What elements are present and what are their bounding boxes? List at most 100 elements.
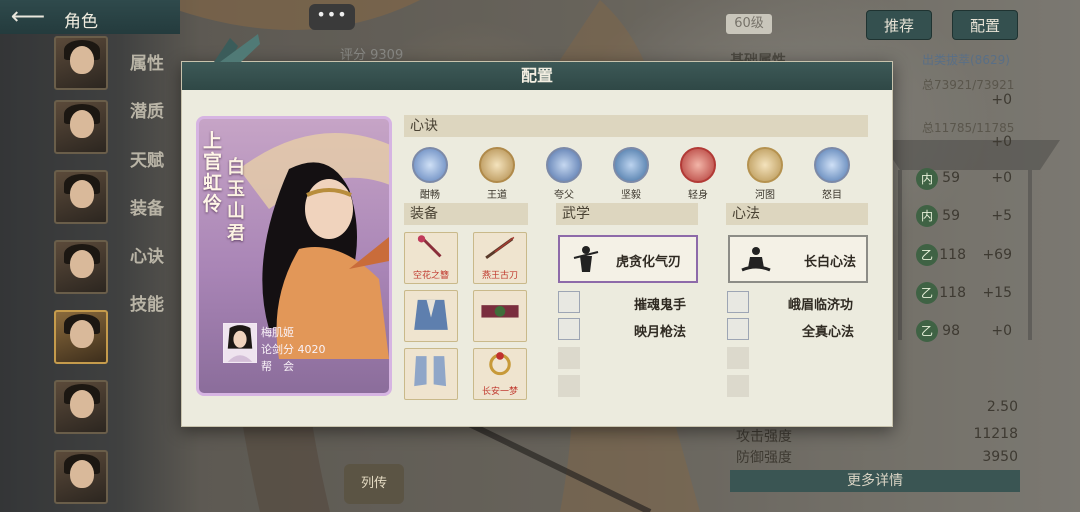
more-details-button[interactable]: 更多详情 bbox=[730, 470, 1020, 492]
config-button[interactable]: 配置 bbox=[952, 10, 1018, 40]
xinjue-icon-3 bbox=[546, 147, 582, 183]
wuxue-sub-name-2[interactable]: 映月枪法 bbox=[634, 321, 686, 340]
xinjue-skill-5[interactable]: 轻身 bbox=[678, 147, 718, 201]
stat-delta-5: +0 bbox=[991, 323, 1012, 339]
hp-total: 总73921/73921 bbox=[922, 78, 1015, 92]
stat-value-1: 59 bbox=[942, 170, 960, 186]
back-arrow-icon[interactable]: ⟵ bbox=[10, 4, 46, 29]
equip-slot-2[interactable]: 燕王古刀 bbox=[473, 232, 527, 284]
stat-badge-3: 乙 bbox=[916, 244, 938, 266]
menu-item-xinjue[interactable]: 心诀 bbox=[130, 242, 164, 267]
xinjue-label-3: 夸父 bbox=[554, 190, 574, 201]
character-portrait-1[interactable] bbox=[54, 36, 108, 90]
xinjue-label-2: 王道 bbox=[487, 190, 507, 201]
xinjue-icon-1 bbox=[412, 147, 448, 183]
page-title: 角色 bbox=[64, 12, 98, 32]
swordsman-icon bbox=[573, 246, 599, 272]
arena-score-label: 论剑分 bbox=[261, 343, 294, 356]
ring-icon bbox=[489, 352, 511, 376]
wuxue-main-slot[interactable]: 虎贪化气刃 bbox=[558, 235, 698, 283]
xinjue-skill-7[interactable]: 怒目 bbox=[812, 147, 852, 201]
xinjue-icon-5 bbox=[680, 147, 716, 183]
xinjue-section-bar: 心诀 bbox=[404, 115, 868, 137]
recommend-button[interactable]: 推荐 bbox=[866, 10, 932, 40]
attack-value: 11218 bbox=[973, 426, 1018, 442]
xinjue-icon-4 bbox=[613, 147, 649, 183]
xinjue-label-4: 坚毅 bbox=[621, 190, 641, 201]
arena-score-value: 4020 bbox=[297, 343, 326, 356]
stat-value-5: 98 bbox=[942, 323, 960, 339]
belt-icon bbox=[481, 305, 519, 318]
top-title-bar: ⟵ 角色 bbox=[0, 0, 180, 34]
xinjue-label-6: 河图 bbox=[755, 190, 775, 201]
equip-name-2: 燕王古刀 bbox=[481, 271, 518, 281]
xinfa-sub-icon-1[interactable] bbox=[727, 291, 749, 313]
stat-delta-1: +0 bbox=[991, 170, 1012, 186]
equip-slot-6[interactable]: 长安一梦 bbox=[473, 348, 527, 400]
xinjue-icon-6 bbox=[747, 147, 783, 183]
menu-item-talent[interactable]: 天赋 bbox=[130, 146, 164, 171]
xinjue-skill-1[interactable]: 酣畅 bbox=[410, 147, 450, 201]
boots-icon bbox=[414, 356, 447, 387]
attack-label: 攻击强度 bbox=[736, 429, 792, 445]
stat-delta-3: +69 bbox=[982, 247, 1012, 263]
biography-button[interactable]: 列传 bbox=[344, 464, 404, 504]
xinjue-skill-2[interactable]: 王道 bbox=[477, 147, 517, 201]
attr-value-1: 2.50 bbox=[986, 399, 1018, 415]
xinjue-label-7: 怒目 bbox=[822, 190, 842, 201]
xinjue-skill-3[interactable]: 夸父 bbox=[544, 147, 584, 201]
xinfa-empty-slot-1[interactable] bbox=[727, 347, 749, 369]
robe-icon bbox=[414, 299, 448, 330]
xinfa-empty-slot-2[interactable] bbox=[727, 375, 749, 397]
character-portrait-2[interactable] bbox=[54, 100, 108, 154]
character-portrait-6[interactable] bbox=[54, 380, 108, 434]
equip-slot-4[interactable] bbox=[473, 290, 527, 342]
stat-delta-2: +5 bbox=[991, 208, 1012, 224]
meditation-icon bbox=[741, 247, 771, 272]
stat-delta-4: +15 bbox=[982, 285, 1012, 301]
player-name: 梅肌姬 bbox=[261, 326, 294, 339]
wuxue-empty-slot-2[interactable] bbox=[558, 375, 580, 397]
rank-link[interactable]: 出类拔萃(8629) bbox=[922, 51, 1010, 68]
character-name: 上官虹伶 bbox=[203, 130, 223, 215]
chat-button[interactable]: ••• bbox=[309, 4, 355, 30]
character-card[interactable]: 上官虹伶 白玉山君 梅肌姬 论剑分 4020 帮 会 bbox=[196, 116, 392, 396]
character-portrait-7[interactable] bbox=[54, 450, 108, 504]
equip-slot-1[interactable]: 空花之簪 bbox=[404, 232, 458, 284]
xinjue-skill-6[interactable]: 河图 bbox=[745, 147, 785, 201]
equip-slot-5[interactable] bbox=[404, 348, 458, 400]
blade-icon bbox=[485, 236, 515, 260]
wuxue-empty-slot-1[interactable] bbox=[558, 347, 580, 369]
xinjue-icon-2 bbox=[479, 147, 515, 183]
defense-label: 防御强度 bbox=[736, 450, 792, 466]
hairpin-icon bbox=[417, 235, 442, 258]
character-portrait-4[interactable] bbox=[54, 240, 108, 294]
xinfa-sub-name-2[interactable]: 全真心法 bbox=[802, 321, 854, 340]
character-portrait-5[interactable] bbox=[54, 310, 108, 364]
stat-badge-5: 乙 bbox=[916, 320, 938, 342]
xinfa-sub-icon-2[interactable] bbox=[727, 318, 749, 340]
character-title: 白玉山君 bbox=[227, 157, 245, 244]
wuxue-sub-icon-1[interactable] bbox=[558, 291, 580, 313]
wuxue-sub-icon-2[interactable] bbox=[558, 318, 580, 340]
menu-item-equipment[interactable]: 装备 bbox=[130, 194, 164, 219]
character-portrait-3[interactable] bbox=[54, 170, 108, 224]
defense-value: 3950 bbox=[982, 449, 1018, 465]
equip-section-bar: 装备 bbox=[404, 203, 528, 225]
arena-score: 论剑分 4020 bbox=[261, 341, 326, 357]
mp-delta: +0 bbox=[991, 134, 1012, 150]
config-dialog: 配置 上官虹伶 白玉山君 梅肌姬 论剑分 4020 帮 会 心诀 酣畅 王道 夸… bbox=[181, 34, 893, 427]
equip-slot-3[interactable] bbox=[404, 290, 458, 342]
xinfa-sub-name-1[interactable]: 峨眉临济功 bbox=[788, 294, 853, 313]
wuxue-section-bar: 武学 bbox=[556, 203, 698, 225]
hp-delta: +0 bbox=[991, 92, 1012, 108]
xinfa-section-bar: 心法 bbox=[726, 203, 868, 225]
stat-value-4: 118 bbox=[939, 285, 966, 301]
wuxue-sub-name-1[interactable]: 摧魂鬼手 bbox=[634, 294, 686, 313]
menu-item-attributes[interactable]: 属性 bbox=[130, 49, 164, 74]
xinfa-main-slot[interactable]: 长白心法 bbox=[728, 235, 868, 283]
xinjue-skill-4[interactable]: 坚毅 bbox=[611, 147, 651, 201]
menu-item-potential[interactable]: 潜质 bbox=[130, 97, 164, 122]
stat-badge-4: 乙 bbox=[916, 282, 938, 304]
menu-item-skills[interactable]: 技能 bbox=[130, 290, 164, 315]
